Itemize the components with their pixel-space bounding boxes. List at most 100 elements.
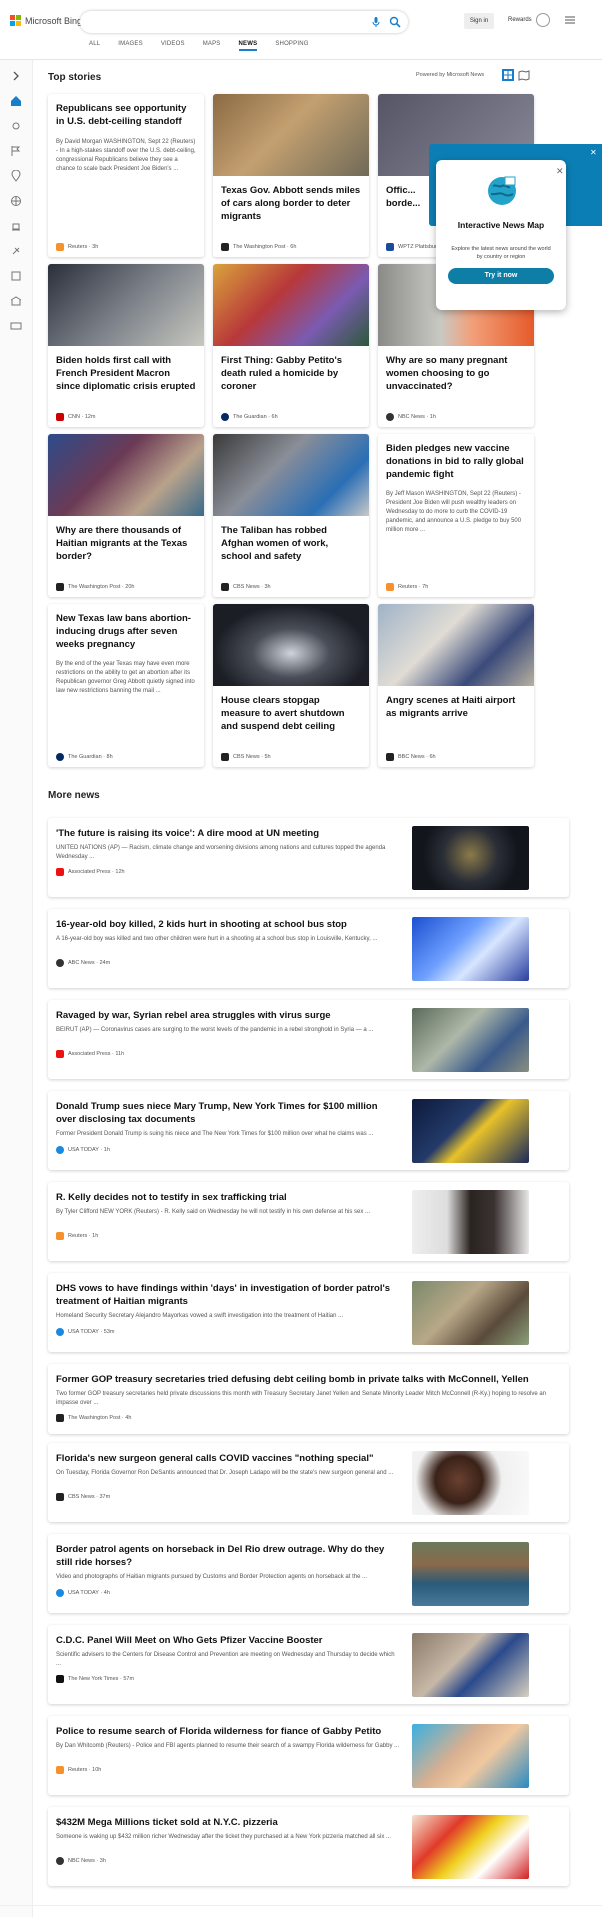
news-title[interactable]: R. Kelly decides not to testify in sex t…: [56, 1191, 391, 1204]
mic-icon[interactable]: [370, 16, 382, 28]
location-icon[interactable]: [10, 170, 22, 182]
news-title[interactable]: 'The future is raising its voice': A dir…: [56, 827, 391, 840]
news-row[interactable]: C.D.C. Panel Will Meet on Who Gets Pfize…: [48, 1625, 569, 1704]
news-image[interactable]: [412, 1099, 529, 1163]
story-title[interactable]: Why are so many pregnant women choosing …: [386, 354, 526, 393]
story-card[interactable]: Angry scenes at Haiti airport as migrant…: [378, 604, 534, 767]
news-row[interactable]: Florida's new surgeon general calls COVI…: [48, 1443, 569, 1522]
bing-logo[interactable]: Microsoft Bing: [10, 15, 82, 26]
story-card[interactable]: Biden pledges new vaccine donations in b…: [378, 434, 534, 597]
story-card[interactable]: Biden holds first call with French Presi…: [48, 264, 204, 427]
news-title[interactable]: Donald Trump sues niece Mary Trump, New …: [56, 1100, 391, 1126]
science-icon[interactable]: [10, 245, 22, 257]
news-image[interactable]: [412, 1815, 529, 1879]
politics-icon[interactable]: [10, 220, 22, 232]
story-title[interactable]: House clears stopgap measure to avert sh…: [221, 694, 361, 733]
news-row[interactable]: 16-year-old boy killed, 2 kids hurt in s…: [48, 909, 569, 988]
map-view-icon[interactable]: [518, 69, 530, 81]
story-title[interactable]: Texas Gov. Abbott sends miles of cars al…: [221, 184, 361, 223]
news-row[interactable]: Border patrol agents on horseback in Del…: [48, 1534, 569, 1613]
rewards-label[interactable]: Rewards: [508, 17, 532, 23]
tab-images[interactable]: IMAGES: [109, 40, 152, 54]
hamburger-menu-icon[interactable]: [565, 16, 575, 24]
news-row[interactable]: Ravaged by war, Syrian rebel area strugg…: [48, 1000, 569, 1079]
news-row[interactable]: $432M Mega Millions ticket sold at N.Y.C…: [48, 1807, 569, 1886]
news-image[interactable]: [412, 1724, 529, 1788]
globe-icon[interactable]: [10, 195, 22, 207]
news-title[interactable]: Police to resume search of Florida wilde…: [56, 1725, 391, 1738]
story-card[interactable]: Texas Gov. Abbott sends miles of cars al…: [213, 94, 369, 257]
story-title[interactable]: Biden pledges new vaccine donations in b…: [386, 442, 526, 481]
story-card[interactable]: New Texas law bans abortion-inducing dru…: [48, 604, 204, 767]
story-card[interactable]: Why are there thousands of Haitian migra…: [48, 434, 204, 597]
bbc-logo-icon: [386, 753, 394, 761]
news-title[interactable]: C.D.C. Panel Will Meet on Who Gets Pfize…: [56, 1634, 391, 1647]
news-image[interactable]: [412, 1542, 529, 1606]
story-image[interactable]: [48, 264, 204, 346]
news-title[interactable]: DHS vows to have findings within 'days' …: [56, 1282, 391, 1308]
news-row[interactable]: 'The future is raising its voice': A dir…: [48, 818, 569, 897]
news-image[interactable]: [412, 1281, 529, 1345]
news-image[interactable]: [412, 1008, 529, 1072]
news-title[interactable]: Border patrol agents on horseback in Del…: [56, 1543, 391, 1569]
money-icon[interactable]: [10, 295, 22, 307]
entertainment-icon[interactable]: [10, 270, 22, 282]
expand-chevron-icon[interactable]: [10, 70, 22, 82]
story-card[interactable]: House clears stopgap measure to avert sh…: [213, 604, 369, 767]
story-image[interactable]: [213, 434, 369, 516]
news-row[interactable]: DHS vows to have findings within 'days' …: [48, 1273, 569, 1352]
tab-news[interactable]: NEWS: [230, 40, 267, 54]
story-image[interactable]: [213, 94, 369, 176]
search-icon[interactable]: [389, 16, 401, 28]
news-row[interactable]: Donald Trump sues niece Mary Trump, New …: [48, 1091, 569, 1170]
story-card[interactable]: Republicans see opportunity in U.S. debt…: [48, 94, 204, 257]
news-image[interactable]: [412, 1190, 529, 1254]
popup-close-icon[interactable]: ✕: [556, 166, 564, 177]
news-title[interactable]: $432M Mega Millions ticket sold at N.Y.C…: [56, 1816, 391, 1829]
flag-icon[interactable]: [10, 145, 22, 157]
news-source: Associated Press · 11h: [56, 1050, 124, 1058]
news-title[interactable]: 16-year-old boy killed, 2 kids hurt in s…: [56, 918, 391, 931]
logo-text: Microsoft Bing: [25, 15, 83, 26]
news-image[interactable]: [412, 1633, 529, 1697]
tab-shopping[interactable]: SHOPPING: [266, 40, 317, 54]
story-source: Reuters · 3h: [56, 243, 98, 251]
news-source: Reuters · 10h: [56, 1766, 101, 1774]
sign-in-button[interactable]: Sign in: [464, 13, 494, 29]
story-title[interactable]: First Thing: Gabby Petito's death ruled …: [221, 354, 361, 393]
technology-icon[interactable]: [10, 320, 22, 332]
story-title[interactable]: Angry scenes at Haiti airport as migrant…: [386, 694, 526, 720]
story-image[interactable]: [213, 604, 369, 686]
news-title[interactable]: Ravaged by war, Syrian rebel area strugg…: [56, 1009, 391, 1022]
home-icon[interactable]: [10, 95, 22, 107]
news-desc: UNITED NATIONS (AP) — Racism, climate ch…: [56, 845, 386, 860]
rewards-icon[interactable]: [536, 13, 550, 27]
story-image[interactable]: [213, 264, 369, 346]
news-row[interactable]: Police to resume search of Florida wilde…: [48, 1716, 569, 1795]
news-image[interactable]: [412, 917, 529, 981]
news-title[interactable]: Florida's new surgeon general calls COVI…: [56, 1452, 391, 1465]
story-card[interactable]: First Thing: Gabby Petito's death ruled …: [213, 264, 369, 427]
news-row[interactable]: R. Kelly decides not to testify in sex t…: [48, 1182, 569, 1261]
search-input[interactable]: [80, 11, 408, 33]
story-image[interactable]: [48, 434, 204, 516]
story-title[interactable]: The Taliban has robbed Afghan women of w…: [221, 524, 361, 563]
coronavirus-icon[interactable]: [10, 120, 22, 132]
news-image[interactable]: [412, 826, 529, 890]
story-title[interactable]: Offic... borde...: [386, 184, 420, 210]
story-image[interactable]: [378, 604, 534, 686]
tab-maps[interactable]: MAPS: [194, 40, 230, 54]
tab-all[interactable]: ALL: [80, 40, 109, 54]
story-title[interactable]: New Texas law bans abortion-inducing dru…: [56, 612, 196, 651]
tab-videos[interactable]: VIDEOS: [152, 40, 194, 54]
try-it-now-button[interactable]: Try it now: [448, 268, 554, 284]
news-title[interactable]: Former GOP treasury secretaries tried de…: [56, 1373, 556, 1386]
news-row[interactable]: Former GOP treasury secretaries tried de…: [48, 1364, 569, 1434]
grid-view-icon[interactable]: [502, 69, 514, 81]
story-card[interactable]: The Taliban has robbed Afghan women of w…: [213, 434, 369, 597]
banner-close-icon[interactable]: ✕: [590, 148, 597, 157]
news-image[interactable]: [412, 1451, 529, 1515]
story-title[interactable]: Biden holds first call with French Presi…: [56, 354, 196, 393]
story-title[interactable]: Republicans see opportunity in U.S. debt…: [56, 102, 196, 128]
story-title[interactable]: Why are there thousands of Haitian migra…: [56, 524, 196, 563]
